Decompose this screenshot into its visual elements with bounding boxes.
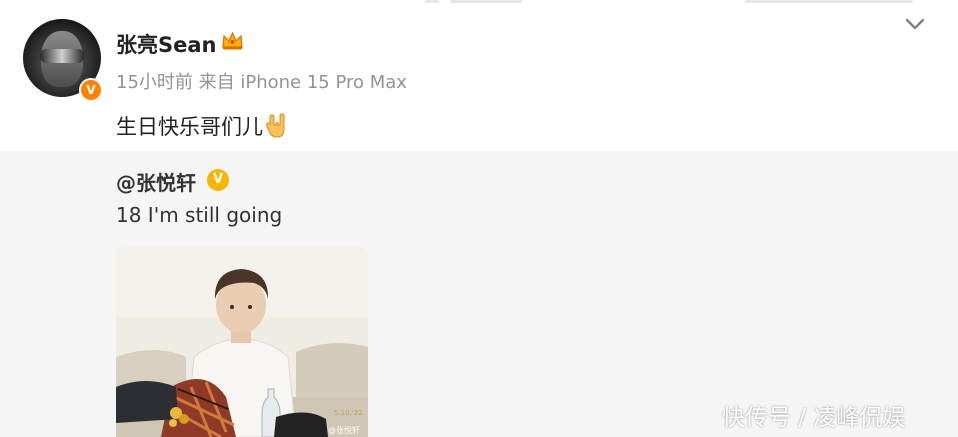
repost-text: 18 I'm still going bbox=[116, 203, 283, 227]
post-meta: 15小时前 来自 iPhone 15 Pro Max bbox=[116, 68, 407, 94]
photo-credit: @张悦轩 bbox=[328, 425, 360, 435]
repost-author[interactable]: @张悦轩 bbox=[116, 167, 196, 196]
watermark: 快传号 / 凌峰侃娱 bbox=[722, 405, 906, 431]
post-source: 来自 iPhone 15 Pro Max bbox=[198, 72, 407, 93]
photo-illustration: 5.10.'22 @张悦轩 bbox=[116, 247, 368, 437]
crown-icon[interactable] bbox=[221, 31, 244, 51]
repost-image[interactable]: 5.10.'22 @张悦轩 bbox=[116, 247, 368, 437]
rock-hand-icon bbox=[266, 113, 285, 138]
post-text: 生日快乐哥们儿 bbox=[116, 111, 289, 141]
repost-card[interactable]: @张悦轩 V 18 I'm still going 5.10.'22 @张悦轩 bbox=[0, 151, 958, 437]
post-text-content: 生日快乐哥们儿 bbox=[116, 115, 263, 139]
photo-date-stamp: 5.10.'22 bbox=[334, 409, 363, 417]
top-divider bbox=[0, 0, 958, 6]
chevron-down-icon[interactable] bbox=[904, 16, 926, 32]
verified-badge-icon: V bbox=[207, 169, 229, 191]
post-time[interactable]: 15小时前 bbox=[116, 72, 193, 93]
avatar-sunglasses bbox=[40, 49, 84, 63]
verified-badge-icon: V bbox=[79, 78, 103, 102]
author-name[interactable]: 张亮Sean bbox=[116, 29, 217, 59]
